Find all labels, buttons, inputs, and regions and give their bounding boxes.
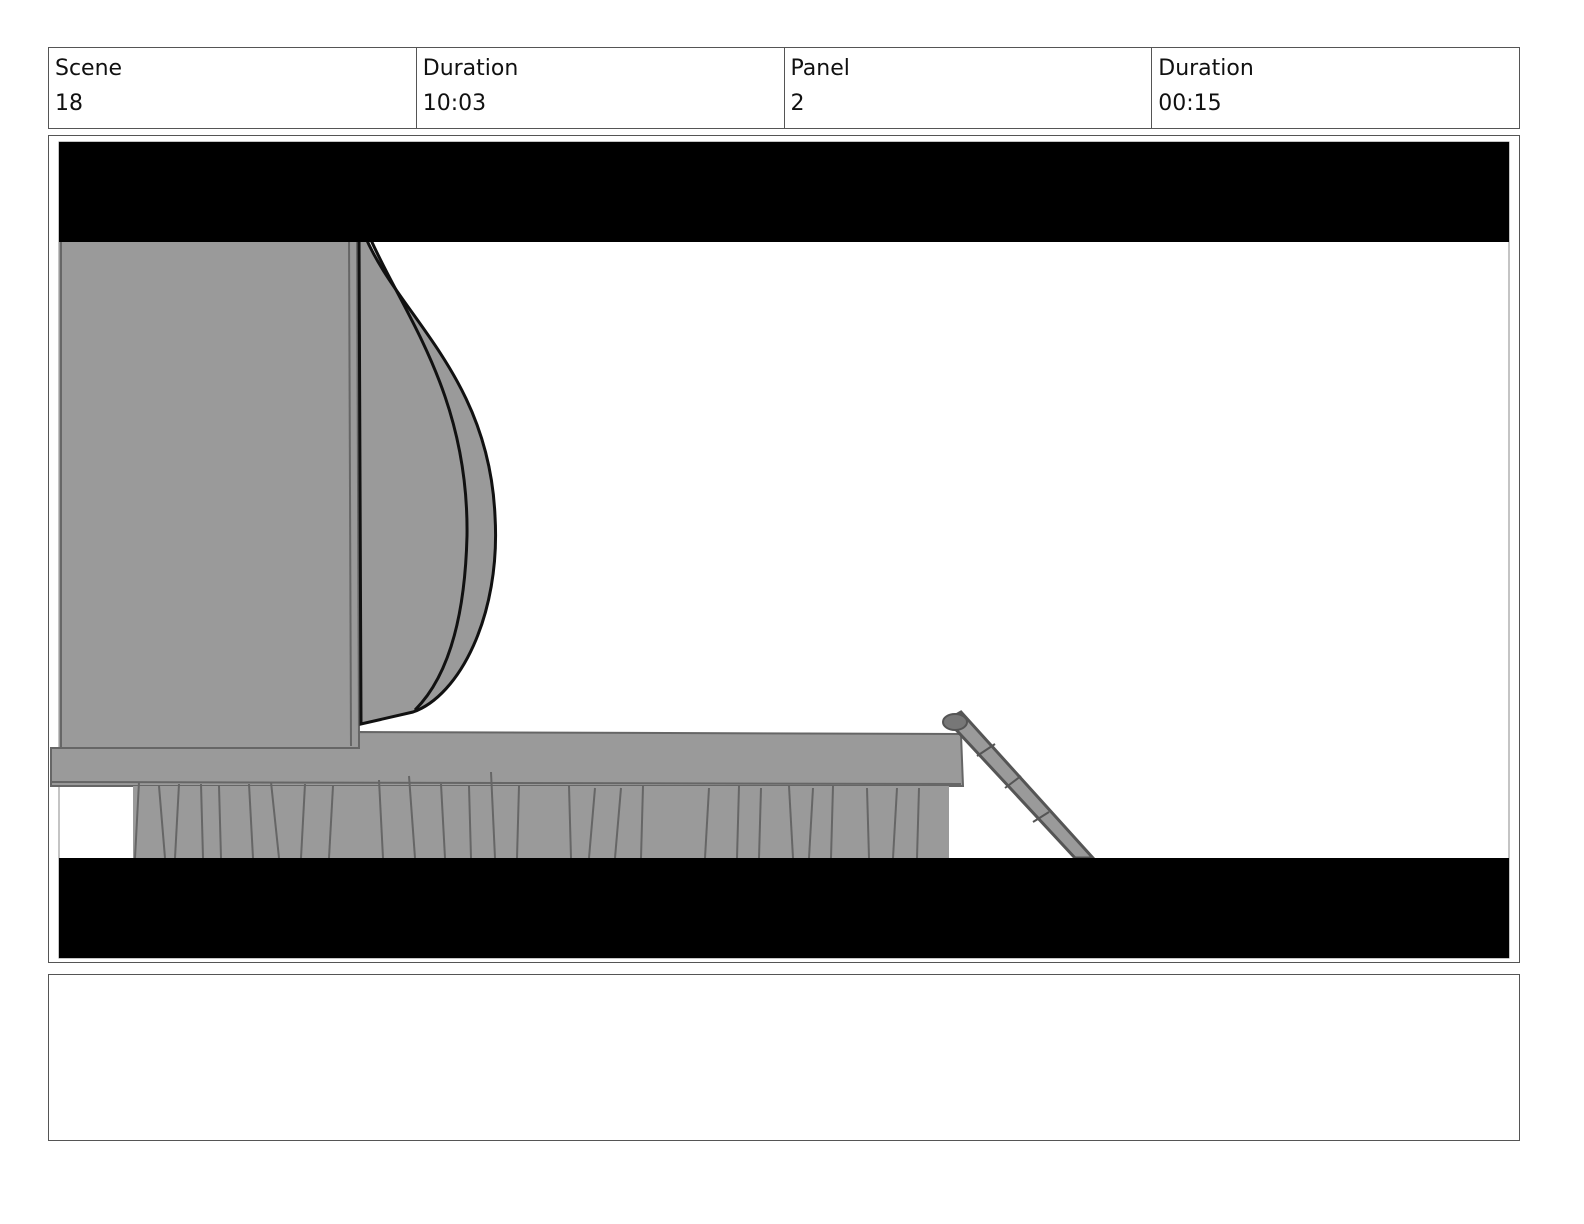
scene-duration-cell: Duration 10:03 — [417, 48, 785, 128]
scene-value: 18 — [55, 91, 83, 116]
scene-duration-value: 10:03 — [422, 91, 487, 116]
storyboard-frame — [48, 135, 1520, 963]
panel-duration-value: 00:15 — [1158, 91, 1222, 116]
letterbox-bottom — [59, 858, 1509, 958]
storyboard-sketch — [50, 141, 1510, 959]
panel-label: Panel — [790, 56, 850, 81]
letterbox-top — [59, 142, 1509, 242]
panel-info-header: Scene 18 Duration 10:03 Panel 2 Duration… — [48, 47, 1520, 129]
panel-value: 2 — [790, 91, 805, 116]
panel-duration-cell: Duration 00:15 — [1152, 48, 1519, 128]
panel-duration-label: Duration — [1158, 56, 1254, 81]
panel-cell: Panel 2 — [785, 48, 1153, 128]
scene-label: Scene — [55, 56, 123, 81]
scene-cell: Scene 18 — [49, 48, 417, 128]
fringe-skirt — [133, 786, 949, 858]
panel-notes-box[interactable] — [48, 974, 1520, 1141]
scene-duration-label: Duration — [422, 56, 519, 81]
